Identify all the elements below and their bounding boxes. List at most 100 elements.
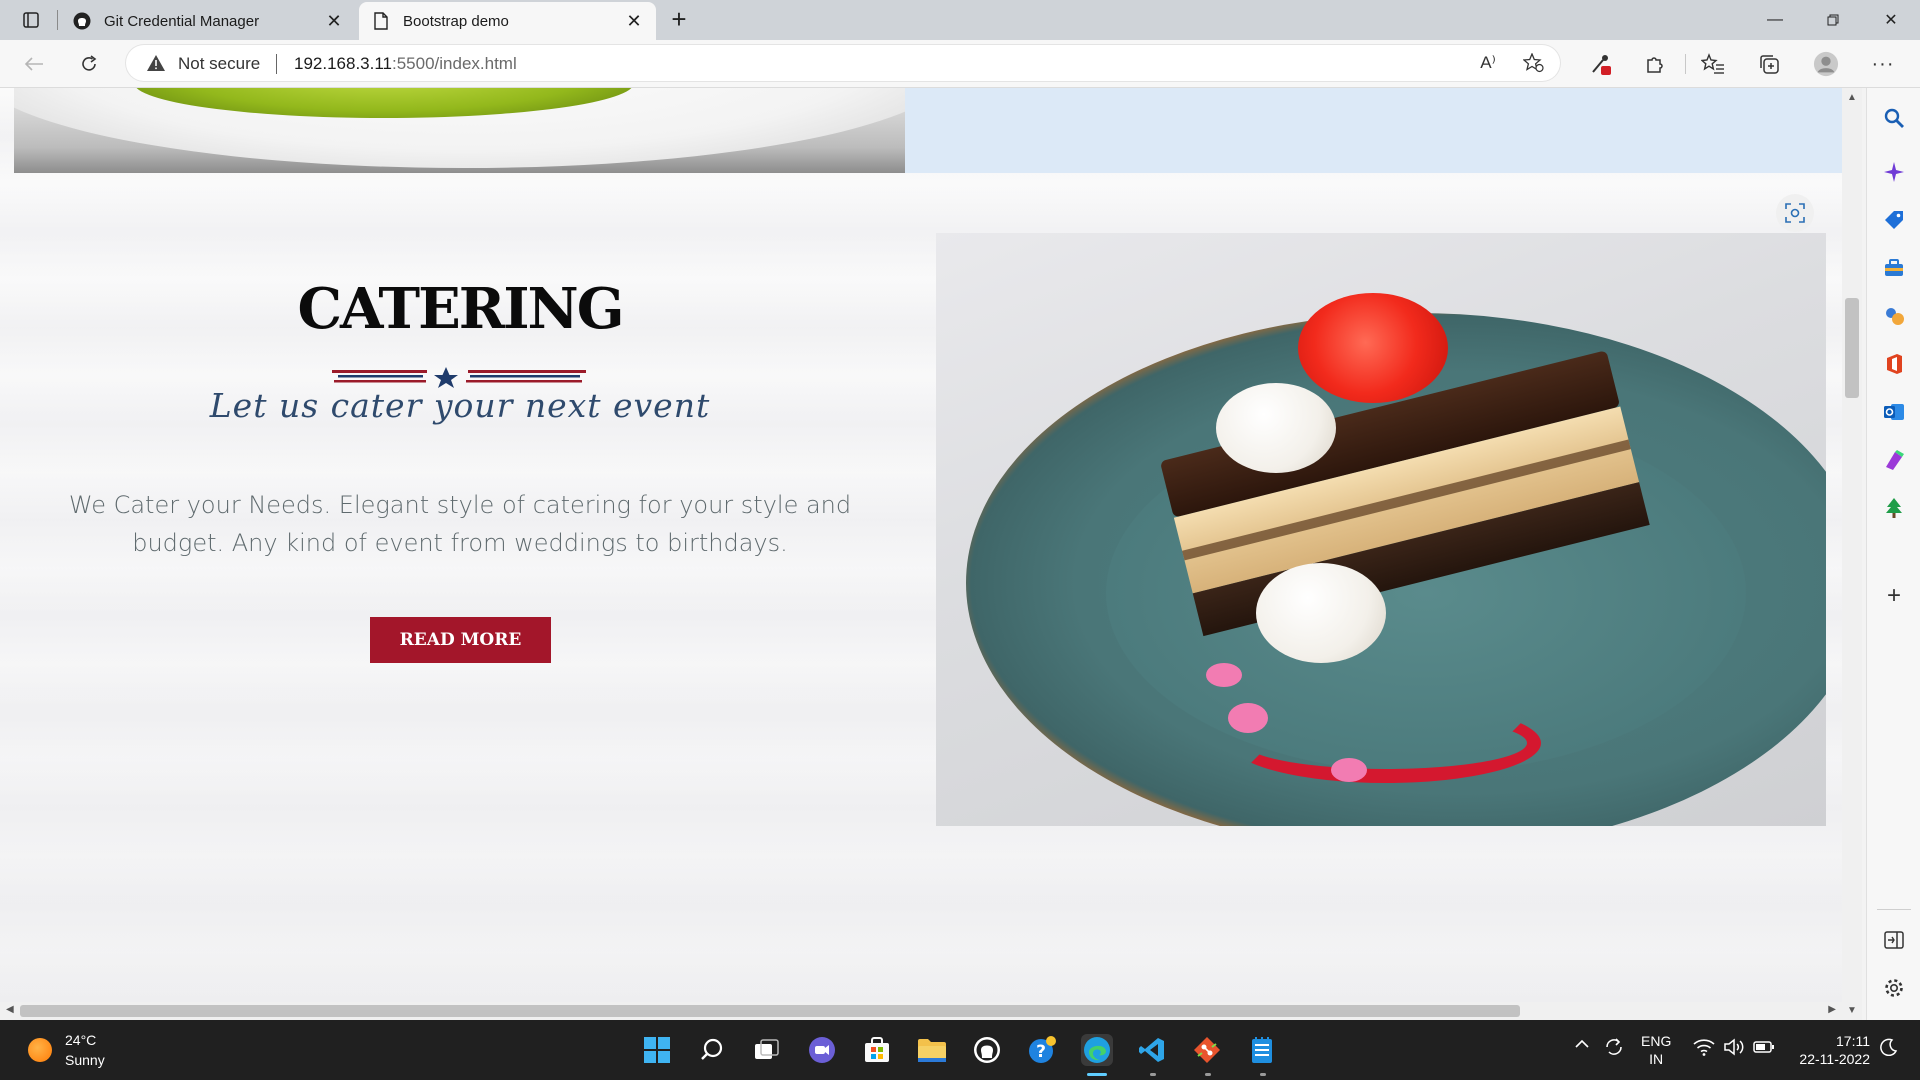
notepad-button[interactable]	[1246, 1034, 1278, 1066]
petal	[1331, 758, 1367, 782]
settings-more-button[interactable]: ···	[1870, 52, 1896, 76]
games-icon	[1886, 308, 1904, 325]
horizontal-scrollbar[interactable]: ◀ ▶	[0, 1002, 1842, 1020]
vertical-scrollbar[interactable]: ▲ ▼	[1842, 88, 1862, 1020]
back-button[interactable]	[18, 49, 50, 79]
vscode-button[interactable]	[1136, 1034, 1168, 1066]
github-desktop-button[interactable]	[971, 1034, 1003, 1066]
search-icon	[1884, 108, 1904, 128]
edge-taskbar-button[interactable]	[1081, 1034, 1113, 1066]
puzzle-icon	[1647, 57, 1663, 73]
windows-taskbar: 24°C Sunny ? ENG IN 17:11 22-11-2022	[0, 1020, 1920, 1080]
chat-icon	[809, 1037, 835, 1063]
new-tab-button[interactable]: +	[664, 6, 694, 34]
sidebar-shopping[interactable]	[1880, 206, 1908, 234]
language-code: ENG	[1641, 1033, 1672, 1049]
previous-section-photo	[14, 88, 905, 173]
page-viewport: CATERING Let us cater your next event We…	[0, 88, 1842, 1020]
teams-chat-button[interactable]	[806, 1034, 838, 1066]
collections-button[interactable]	[1756, 52, 1782, 76]
tab-title: Git Credential Manager	[104, 12, 260, 30]
petal	[1206, 663, 1242, 687]
github-icon	[974, 1037, 1000, 1063]
store-icon	[865, 1037, 889, 1062]
moon-icon	[1880, 1038, 1898, 1057]
visual-search-icon	[1785, 203, 1805, 223]
weather-condition[interactable]: Sunny	[65, 1052, 105, 1068]
vertical-scroll-thumb[interactable]	[1845, 298, 1859, 398]
sidebar-tools[interactable]	[1880, 254, 1908, 282]
git-app-button[interactable]	[1191, 1034, 1223, 1066]
close-window-button[interactable]: ✕	[1862, 0, 1920, 40]
start-button[interactable]	[641, 1034, 673, 1066]
show-hidden-icons-button[interactable]	[1574, 1036, 1590, 1052]
read-more-button[interactable]: READ MORE	[370, 617, 551, 663]
scroll-up-arrow[interactable]: ▲	[1846, 92, 1858, 103]
clock-button[interactable]: 17:11 22-11-2022	[1790, 1032, 1870, 1068]
edge-active-indicator	[1087, 1073, 1107, 1076]
volume-button[interactable]	[1723, 1038, 1745, 1059]
tab-separator	[57, 10, 58, 30]
sidebar-settings[interactable]	[1880, 974, 1908, 1002]
sidebar-outlook[interactable]	[1880, 398, 1908, 426]
sync-status-button[interactable]	[1603, 1036, 1625, 1061]
chevron-up-icon	[1575, 1039, 1589, 1048]
sidebar-add[interactable]: +	[1880, 582, 1908, 610]
scroll-right-arrow[interactable]: ▶	[1828, 1004, 1836, 1015]
close-tab-icon[interactable]: ✕	[324, 11, 344, 31]
taskbar-search[interactable]	[696, 1034, 728, 1066]
tab-actions-button[interactable]	[14, 7, 48, 33]
previous-section-panel	[905, 88, 1842, 173]
sync-icon	[1606, 1038, 1622, 1055]
weather-temperature[interactable]: 24°C	[65, 1032, 96, 1048]
add-favorite-button[interactable]	[1522, 52, 1546, 74]
favorites-icon	[1701, 53, 1724, 74]
do-not-disturb-button[interactable]	[1880, 1038, 1898, 1059]
sidebar-copilot[interactable]	[1880, 158, 1908, 186]
restore-button[interactable]	[1804, 0, 1862, 40]
favorites-button[interactable]	[1700, 52, 1726, 76]
sidebar-split-screen[interactable]	[1880, 926, 1908, 954]
security-label[interactable]: Not secure	[178, 54, 260, 74]
battery-button[interactable]	[1753, 1040, 1775, 1057]
file-explorer-button[interactable]	[916, 1034, 948, 1066]
sidebar-designer[interactable]	[1880, 446, 1908, 474]
minimize-button[interactable]: —	[1746, 0, 1804, 40]
get-help-button[interactable]: ?	[1026, 1034, 1058, 1066]
weather-sun-icon[interactable]	[28, 1038, 52, 1062]
input-language-button[interactable]: ENG IN	[1641, 1032, 1671, 1068]
sidebar-tree[interactable]	[1880, 494, 1908, 522]
microsoft-store-button[interactable]	[861, 1034, 893, 1066]
close-tab-icon[interactable]: ✕	[624, 11, 644, 31]
scroll-down-arrow[interactable]: ▼	[1846, 1005, 1858, 1016]
star-add-icon	[1523, 53, 1544, 73]
visual-search-button[interactable]	[1776, 194, 1814, 232]
refresh-icon	[82, 55, 97, 71]
scroll-left-arrow[interactable]: ◀	[6, 1004, 14, 1015]
browser-toolbar: Not secure 192.168.3.11:5500/index.html …	[0, 40, 1920, 88]
address-divider	[276, 54, 277, 74]
battery-icon	[1753, 1041, 1774, 1053]
horizontal-scroll-thumb[interactable]	[20, 1005, 1520, 1017]
sidebar-office[interactable]	[1880, 350, 1908, 378]
sidebar-games[interactable]	[1880, 302, 1908, 330]
url-text[interactable]: 192.168.3.11:5500/index.html	[294, 54, 517, 74]
tab-strip: Git Credential Manager ✕ Bootstrap demo …	[0, 0, 1920, 40]
tab-bootstrap-demo[interactable]: Bootstrap demo ✕	[359, 2, 656, 40]
task-view-button[interactable]	[751, 1034, 783, 1066]
tab-git-credential-manager[interactable]: Git Credential Manager ✕	[60, 2, 356, 40]
whipped-cream-bottom	[1256, 563, 1386, 663]
refresh-button[interactable]	[73, 49, 105, 79]
extension-button[interactable]	[1588, 52, 1614, 76]
extensions-button[interactable]	[1642, 52, 1668, 76]
address-bar[interactable]: Not secure 192.168.3.11:5500/index.html …	[126, 45, 1560, 81]
read-aloud-button[interactable]: A⁾	[1476, 52, 1500, 74]
sidebar-search[interactable]	[1880, 104, 1908, 132]
edge-icon	[1084, 1037, 1110, 1063]
network-button[interactable]	[1693, 1038, 1715, 1059]
warning-icon[interactable]	[146, 54, 166, 72]
profile-button[interactable]	[1813, 51, 1839, 77]
catering-title: CATERING	[297, 276, 624, 342]
help-icon: ?	[1029, 1036, 1056, 1063]
vscode-running-indicator	[1150, 1073, 1156, 1076]
